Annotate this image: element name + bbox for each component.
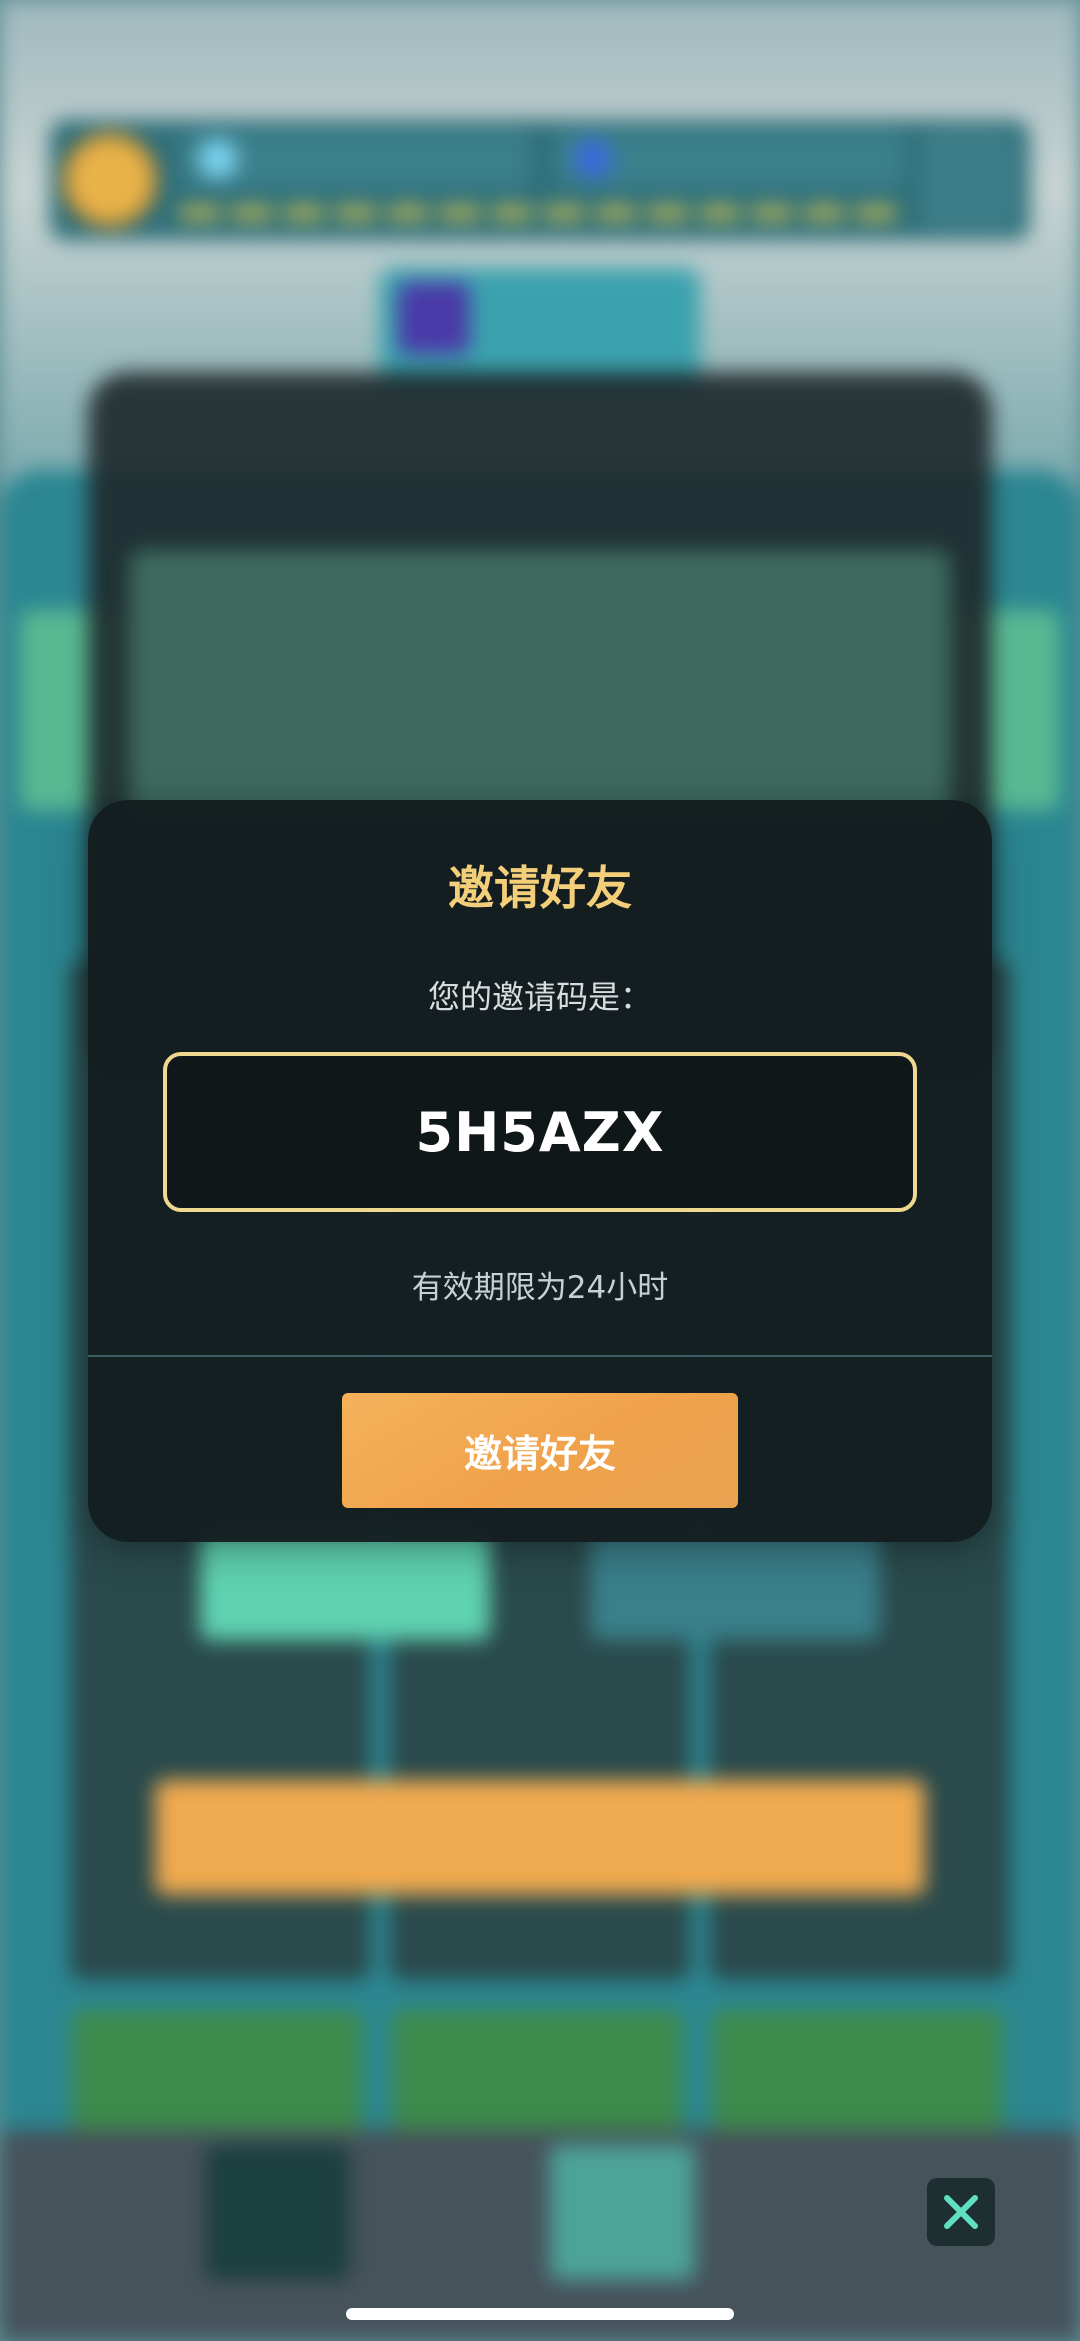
home-indicator <box>346 2308 734 2320</box>
background-settings <box>920 130 1020 230</box>
invite-code-caption: 您的邀请码是： <box>427 978 652 1016</box>
background-nav-tab <box>550 2145 695 2280</box>
invite-code: 5H5AZX <box>415 1100 665 1164</box>
close-x-icon <box>944 2195 978 2229</box>
background-level-badge <box>62 132 158 228</box>
validity-note: 有效期限为24小时 <box>411 1270 669 1306</box>
invite-code-box[interactable]: 5H5AZX <box>163 1052 917 1212</box>
divider <box>88 1355 992 1357</box>
invite-friend-button[interactable]: 邀请好友 <box>342 1393 738 1508</box>
close-button[interactable] <box>927 2178 995 2246</box>
invite-friend-dialog: 邀请好友 您的邀请码是： 5H5AZX 有效期限为24小时 邀请好友 <box>88 800 992 1542</box>
background-resource-2 <box>555 130 905 188</box>
background-progress <box>180 206 900 220</box>
background-teal-button <box>590 1530 880 1640</box>
background-nav-tab <box>205 2145 350 2280</box>
background-dialog-text-area <box>130 550 950 820</box>
background-orange-button <box>155 1780 925 1895</box>
background-event-icon <box>398 282 470 354</box>
background-green-button <box>200 1530 490 1640</box>
dialog-title: 邀请好友 <box>448 861 632 915</box>
background-resource-1 <box>180 130 530 188</box>
